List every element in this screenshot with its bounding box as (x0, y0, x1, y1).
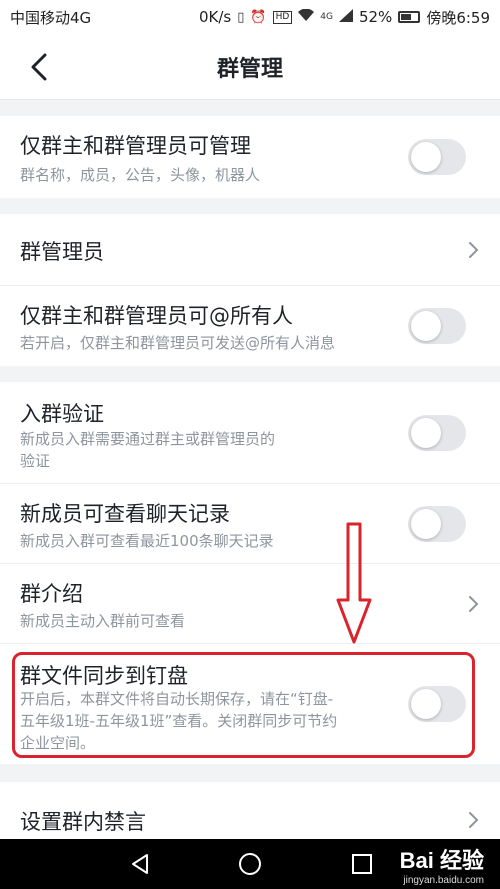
toggle-knob (411, 142, 441, 172)
home-circle-icon[interactable] (238, 852, 262, 876)
setting-subtitle: 新成员入群可查看最近100条聊天记录 (20, 532, 274, 550)
admin-only-manage-toggle[interactable] (408, 139, 466, 175)
highlight-box (12, 652, 475, 758)
android-nav-bar: Bai 经验 jingyan.baidu.com (0, 839, 500, 889)
signal-badge: 4G (320, 12, 333, 22)
clock: 傍晚6:59 (426, 8, 490, 27)
setting-row-admin-only-manage: 仅群主和群管理员可管理 群名称，成员，公告，头像，机器人 (0, 116, 500, 198)
chevron-right-icon (469, 242, 479, 258)
toggle-knob (411, 509, 441, 539)
view-history-toggle[interactable] (408, 506, 466, 542)
settings-group-manage: 仅群主和群管理员可管理 群名称，成员，公告，头像，机器人 (0, 116, 500, 198)
setting-row-group-intro[interactable]: 群介绍 新成员主动入群前可查看 (0, 564, 500, 644)
setting-row-view-history: 新成员可查看聊天记录 新成员入群可查看最近100条聊天记录 (0, 484, 500, 564)
battery-percent: 52% (358, 8, 393, 26)
toggle-knob (411, 418, 441, 448)
setting-row-at-all: 仅群主和群管理员可@所有人 若开启，仅群主和群管理员可发送@所有人消息 (0, 286, 500, 366)
setting-row-group-admins[interactable]: 群管理员 (0, 214, 500, 286)
setting-title: 仅群主和群管理员可@所有人 (20, 304, 293, 328)
vibrate-icon: ▯ (237, 9, 245, 25)
back-button[interactable] (22, 50, 56, 84)
down-arrow-annotation (336, 522, 372, 644)
page-title: 群管理 (216, 56, 283, 82)
alarm-icon: ⏰ (250, 9, 267, 25)
status-icons: 0K/s ▯ ⏰ HD 4G 52% 傍晚6:59 (199, 7, 490, 28)
chevron-left-icon (31, 53, 47, 81)
signal-icon (338, 8, 353, 26)
setting-row-join-verify: 入群验证 新成员入群需要通过群主或群管理员的 验证 (0, 382, 500, 484)
setting-title: 设置群内禁言 (20, 810, 146, 834)
join-verify-toggle[interactable] (408, 415, 466, 451)
chevron-right-icon (469, 596, 479, 612)
watermark-main: Bai 经验 (399, 848, 484, 873)
toggle-knob (411, 311, 441, 341)
hd-badge: HD (272, 10, 293, 24)
setting-title: 新成员可查看聊天记录 (20, 502, 230, 526)
setting-subtitle-line: 新成员入群需要通过群主或群管理员的 (20, 430, 276, 448)
setting-subtitle: 新成员主动入群前可查看 (20, 612, 186, 630)
setting-subtitle-line: 验证 (20, 452, 51, 470)
setting-subtitle: 若开启，仅群主和群管理员可发送@所有人消息 (20, 334, 336, 352)
carrier-label: 中国移动4G (10, 8, 92, 27)
watermark-sub: jingyan.baidu.com (403, 875, 484, 886)
recents-square-icon[interactable] (350, 852, 374, 876)
setting-title: 群介绍 (20, 582, 83, 606)
baidu-watermark: Bai 经验 jingyan.baidu.com (400, 843, 484, 886)
wifi-icon (298, 8, 315, 26)
nav-bar: 群管理 (0, 34, 500, 100)
setting-subtitle: 群名称，成员，公告，头像，机器人 (20, 166, 261, 184)
setting-title: 入群验证 (20, 402, 104, 426)
chevron-right-icon (469, 812, 479, 828)
network-speed: 0K/s (198, 8, 232, 26)
settings-group-admins: 群管理员 仅群主和群管理员可@所有人 若开启，仅群主和群管理员可发送@所有人消息 (0, 214, 500, 366)
status-bar: 中国移动4G 0K/s ▯ ⏰ HD 4G 52% 傍晚6:59 (0, 0, 500, 34)
battery-icon (398, 11, 421, 23)
setting-title: 仅群主和群管理员可管理 (20, 134, 251, 158)
back-triangle-icon[interactable] (128, 852, 152, 876)
at-all-toggle[interactable] (408, 308, 466, 344)
setting-title: 群管理员 (20, 240, 104, 264)
